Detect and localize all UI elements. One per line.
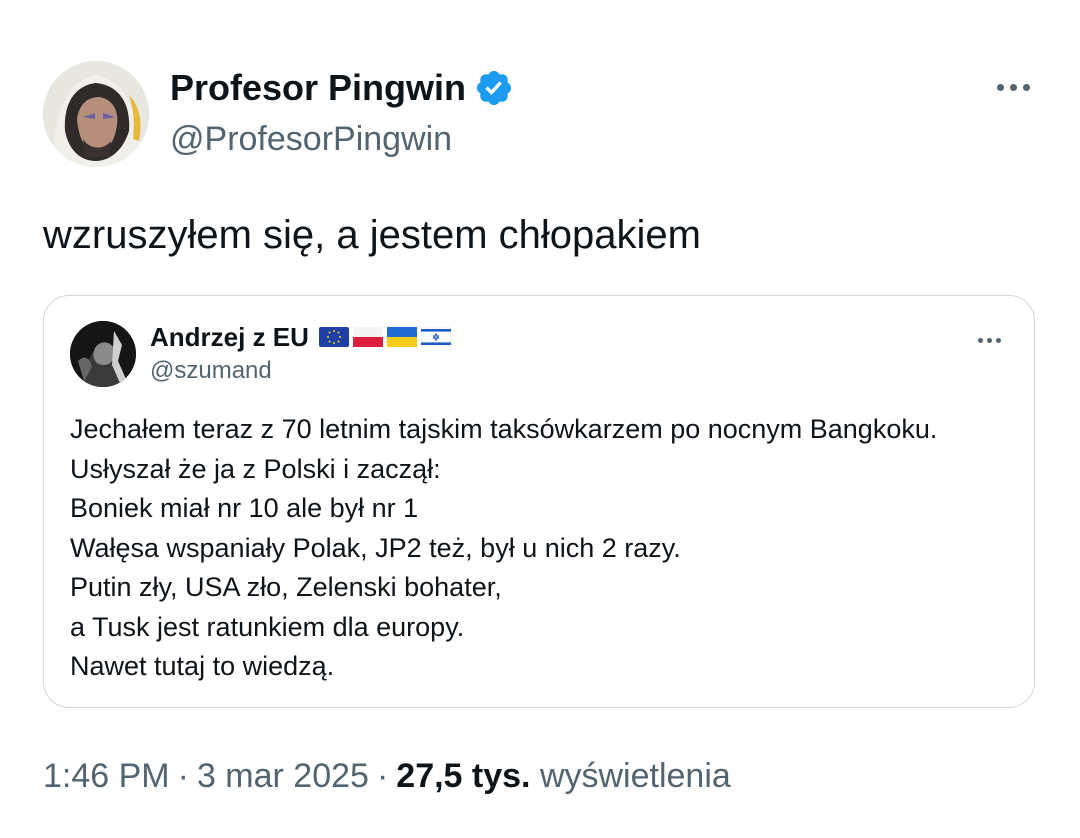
tweet: Profesor Pingwin @ProfesorPingwin wzrusz… — [0, 0, 1080, 838]
quote-more-options-icon[interactable] — [972, 330, 1006, 350]
quote-author-name-text[interactable]: Andrzej z EU — [150, 320, 309, 354]
views-count: 27,5 tys. — [396, 757, 531, 795]
meta-separator: · — [177, 757, 189, 795]
israel-flag-icon — [420, 327, 451, 347]
quote-text-line: Usłyszał że ja z Polski i zaczął: — [70, 453, 441, 484]
author-avatar[interactable] — [43, 61, 149, 167]
more-options-icon[interactable] — [990, 72, 1036, 102]
quote-author-avatar[interactable] — [70, 321, 136, 387]
author-name-text[interactable]: Profesor Pingwin — [170, 66, 466, 110]
quote-text: Jechałem teraz z 70 letnim tajskim taksó… — [70, 410, 937, 687]
flag-emojis — [318, 327, 451, 347]
author-name[interactable]: Profesor Pingwin — [170, 66, 514, 110]
quote-text-line: Jechałem teraz z 70 letnim tajskim taksó… — [70, 414, 938, 444]
tweet-time[interactable]: 1:46 PM — [43, 757, 170, 795]
poland-flag-icon — [352, 327, 383, 347]
ukraine-flag-icon — [386, 327, 417, 347]
quote-text-line: a Tusk jest ratunkiem dla europy. — [70, 611, 465, 642]
quote-text-line: Wałęsa wspaniały Polak, JP2 też, był u n… — [70, 532, 681, 563]
quote-author-handle[interactable]: @szumand — [150, 354, 272, 388]
quote-text-line: Boniek miał nr 10 ale był nr 1 — [70, 493, 419, 523]
quote-text-line: Nawet tutaj to wiedzą. — [70, 651, 335, 681]
eu-flag-icon — [318, 327, 349, 347]
quote-avatar-image — [70, 321, 136, 387]
author-handle[interactable]: @ProfesorPingwin — [170, 117, 452, 161]
verified-badge-icon — [476, 70, 512, 106]
quoted-tweet[interactable]: Andrzej z EU @szumand Jechałem teraz z 7… — [43, 295, 1035, 708]
tweet-meta: 1:46 PM · 3 mar 2025 · 27,5 tys. wyświetleni… — [43, 754, 731, 798]
tweet-text: wzruszyłem się, a jestem chłopakiem — [43, 213, 701, 257]
quote-author-name[interactable]: Andrzej z EU — [150, 320, 451, 354]
tweet-date[interactable]: 3 mar 2025 — [197, 757, 369, 795]
quote-text-line: Putin zły, USA zło, Zelenski bohater, — [70, 572, 502, 602]
author-avatar-image — [43, 61, 149, 167]
meta-separator: · — [376, 757, 389, 795]
views-label: wyświetlenia — [539, 757, 731, 795]
